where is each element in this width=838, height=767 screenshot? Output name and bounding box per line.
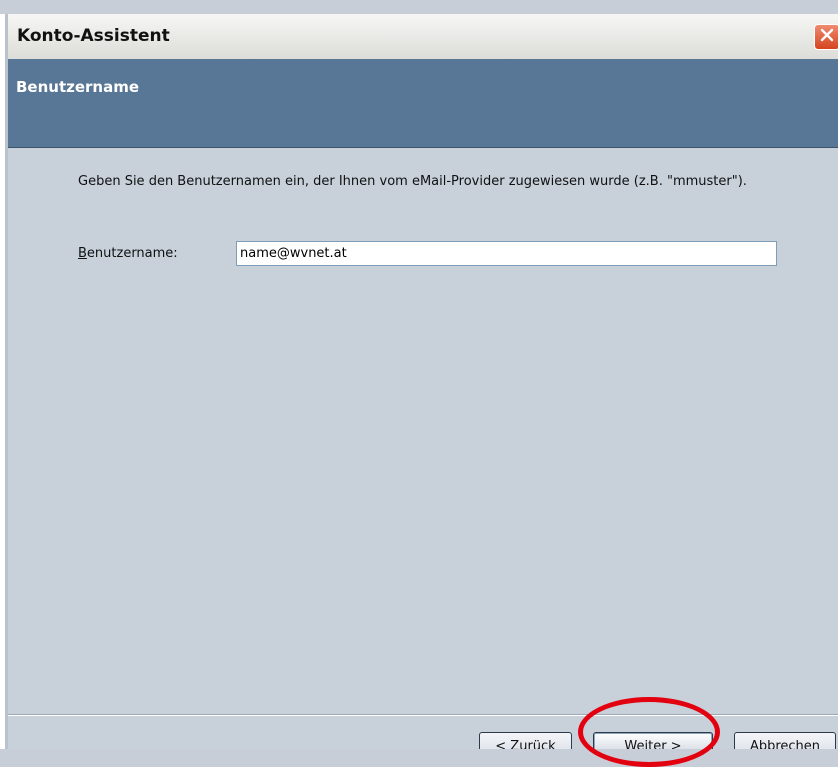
back-button[interactable]: < Zurück [479, 732, 572, 749]
background-window-edge [0, 14, 8, 749]
wizard-header-banner: Benutzername [8, 59, 838, 148]
instruction-text: Geben Sie den Benutzernamen ein, der Ihn… [78, 174, 747, 189]
account-wizard-dialog: Konto-Assistent Benutzername Geben Sie d… [8, 14, 838, 749]
next-button[interactable]: Weiter > [593, 732, 713, 749]
username-label: Benutzername: [78, 246, 178, 261]
close-icon [819, 27, 835, 47]
window-title: Konto-Assistent [17, 26, 170, 46]
username-label-text: enutzername: [86, 246, 178, 261]
close-button[interactable] [814, 24, 838, 50]
footer-separator [8, 714, 838, 716]
cancel-button[interactable]: Abbrechen [734, 732, 836, 749]
page-title: Benutzername [16, 78, 140, 96]
username-input[interactable] [236, 241, 777, 266]
title-bar[interactable]: Konto-Assistent [8, 14, 838, 59]
username-label-accelerator: B [78, 246, 87, 261]
